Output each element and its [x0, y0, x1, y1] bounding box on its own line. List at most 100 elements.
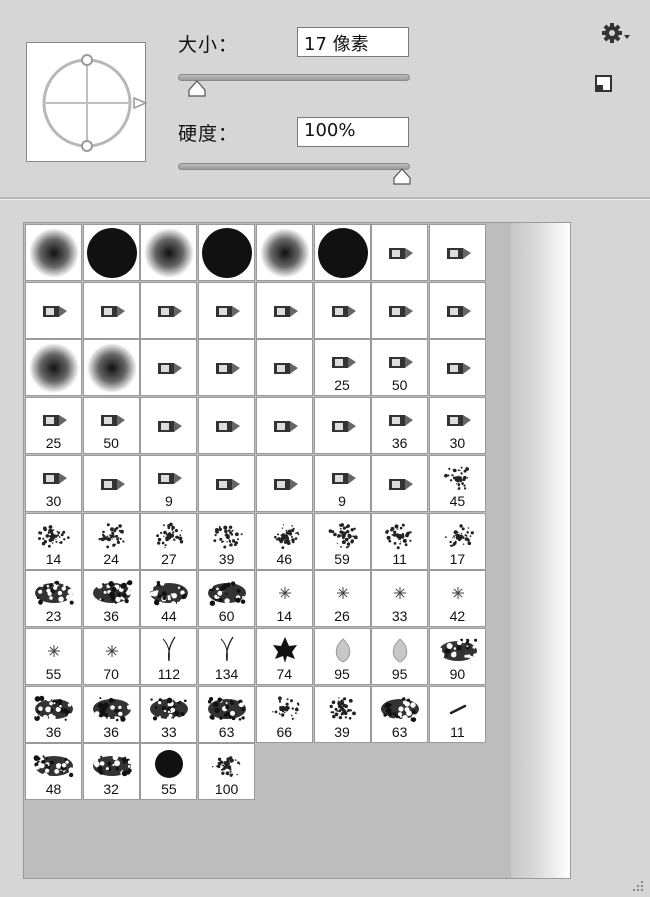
- brush-size-label: 59: [334, 550, 350, 567]
- brush-preset-tip[interactable]: [82, 454, 140, 512]
- brush-tip-icon: [216, 363, 241, 375]
- brush-preset-tip[interactable]: [371, 281, 429, 339]
- brush-preset-tip[interactable]: [255, 281, 313, 339]
- brush-preset-scatter[interactable]: 66: [255, 685, 313, 743]
- brush-preset-tip[interactable]: 9: [140, 454, 198, 512]
- brush-preset-hard[interactable]: [82, 224, 140, 281]
- brush-preset-scatter[interactable]: 17: [428, 512, 486, 570]
- brush-preset-soft[interactable]: [140, 224, 198, 281]
- brush-preset-scatter[interactable]: 24: [82, 512, 140, 570]
- brush-preset-texture[interactable]: 36: [25, 685, 82, 743]
- brush-preset-texture[interactable]: 36: [82, 570, 140, 628]
- brush-preset-star[interactable]: 33: [371, 570, 429, 628]
- brush-size-label: 11: [450, 723, 465, 740]
- brush-preset-texture[interactable]: 23: [25, 570, 82, 628]
- hardness-slider[interactable]: [178, 163, 410, 170]
- brush-preset-tip[interactable]: [313, 397, 371, 455]
- brush-preset-scatter[interactable]: 100: [198, 743, 256, 801]
- brush-preset-scatter[interactable]: 46: [255, 512, 313, 570]
- brush-preset-scatter[interactable]: 27: [140, 512, 198, 570]
- brush-preset-texture[interactable]: 90: [428, 627, 486, 685]
- brush-preset-tip[interactable]: 30: [428, 397, 486, 455]
- brush-preset-scatter[interactable]: 39: [313, 685, 371, 743]
- brush-preset-texture[interactable]: 44: [140, 570, 198, 628]
- gear-icon[interactable]: [601, 22, 631, 46]
- brush-preset-star[interactable]: 55: [25, 627, 82, 685]
- brush-preset-tip[interactable]: 36: [371, 397, 429, 455]
- brush-preset-tip[interactable]: [255, 339, 313, 397]
- brush-preset-texture[interactable]: 36: [82, 685, 140, 743]
- brush-preset-hardsmall[interactable]: 55: [140, 743, 198, 801]
- brush-preset-tip[interactable]: [428, 339, 486, 397]
- brush-preset-texture[interactable]: 33: [140, 685, 198, 743]
- brush-preset-scatter[interactable]: 11: [371, 512, 429, 570]
- brush-preset-tip[interactable]: 25: [25, 397, 82, 455]
- brush-preset-leaf[interactable]: 74: [255, 627, 313, 685]
- brush-preset-tip[interactable]: [198, 397, 256, 455]
- brush-preset-star[interactable]: 26: [313, 570, 371, 628]
- brush-preset-leafsoft[interactable]: 95: [313, 627, 371, 685]
- brush-preset-tip[interactable]: 50: [82, 397, 140, 455]
- brush-preset-star[interactable]: 70: [82, 627, 140, 685]
- brush-preset-tip[interactable]: [255, 454, 313, 512]
- brush-preset-tip[interactable]: [198, 454, 256, 512]
- size-slider[interactable]: [178, 74, 410, 81]
- brush-preset-texture[interactable]: 63: [198, 685, 256, 743]
- brush-preset-grass[interactable]: 134: [198, 627, 256, 685]
- brush-preset-texture[interactable]: 32: [82, 743, 140, 801]
- brush-preset-tip[interactable]: [140, 339, 198, 397]
- brush-preset-texture[interactable]: 60: [198, 570, 256, 628]
- brush-preset-tip[interactable]: [140, 281, 198, 339]
- brush-preset-tip[interactable]: [25, 281, 82, 339]
- brush-preset-tip[interactable]: [198, 339, 256, 397]
- brush-preset-tip[interactable]: [198, 281, 256, 339]
- brush-preset-scatter[interactable]: 45: [428, 454, 486, 512]
- brush-preset-hard[interactable]: [198, 224, 256, 281]
- brush-preset-texture[interactable]: 48: [25, 743, 82, 801]
- brush-preset-hard[interactable]: [313, 224, 371, 281]
- brush-preset-soft[interactable]: [25, 339, 82, 397]
- brush-preset-tip[interactable]: 25: [313, 339, 371, 397]
- brush-preset-scatter[interactable]: 59: [313, 512, 371, 570]
- brush-preset-tip[interactable]: 9: [313, 454, 371, 512]
- resize-grip-icon[interactable]: [630, 879, 644, 893]
- brush-preset-tip[interactable]: [255, 397, 313, 455]
- brush-tip-preview[interactable]: [26, 42, 147, 162]
- brush-tip-icon: [216, 305, 241, 317]
- brush-preset-grass[interactable]: 112: [140, 627, 198, 685]
- brush-size-label: 36: [103, 608, 119, 625]
- brush-tip-icon: [86, 343, 137, 394]
- brush-size-label: 17: [449, 550, 466, 567]
- brush-preset-tip[interactable]: 30: [25, 454, 82, 512]
- brush-size-label: 46: [276, 550, 293, 567]
- size-slider-thumb[interactable]: [187, 80, 207, 98]
- brush-preset-tip[interactable]: [371, 454, 429, 512]
- brush-preset-tip[interactable]: [428, 224, 486, 281]
- brush-preset-texture[interactable]: 63: [371, 685, 429, 743]
- brush-preset-tip[interactable]: [371, 224, 429, 281]
- size-field[interactable]: 17 像素: [297, 27, 409, 57]
- brush-tip-icon: [158, 305, 183, 317]
- hardness-field[interactable]: 100%: [297, 117, 409, 147]
- brush-preset-tip[interactable]: [313, 281, 371, 339]
- brush-preset-tip[interactable]: 50: [371, 339, 429, 397]
- brush-preset-leafsoft[interactable]: 95: [371, 627, 429, 685]
- brush-preset-dash[interactable]: 11: [428, 685, 486, 743]
- brush-preset-soft[interactable]: [255, 224, 313, 281]
- brush-preset-scatter[interactable]: 14: [25, 512, 82, 570]
- brush-size-label: 36: [391, 435, 408, 452]
- brush-preset-soft[interactable]: [25, 224, 82, 281]
- brush-size-label: 44: [161, 608, 177, 625]
- brush-preset-soft[interactable]: [82, 339, 140, 397]
- scrollbar[interactable]: [511, 223, 570, 878]
- hardness-slider-thumb[interactable]: [392, 168, 412, 186]
- brush-preset-star[interactable]: 14: [255, 570, 313, 628]
- brush-preset-scatter[interactable]: 39: [198, 512, 256, 570]
- new-preset-icon[interactable]: [594, 74, 614, 94]
- brush-size-label: 33: [391, 608, 408, 625]
- brush-preset-tip[interactable]: [428, 281, 486, 339]
- hardness-label: 硬度：: [178, 123, 239, 145]
- brush-preset-tip[interactable]: [82, 281, 140, 339]
- brush-preset-star[interactable]: 42: [428, 570, 486, 628]
- brush-preset-tip[interactable]: [140, 397, 198, 455]
